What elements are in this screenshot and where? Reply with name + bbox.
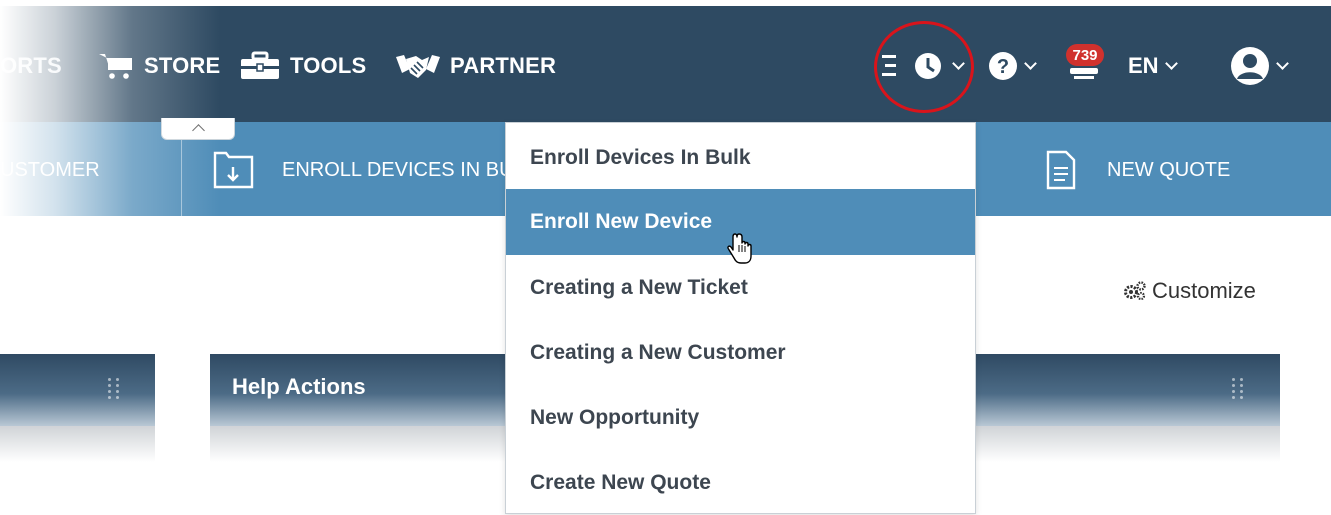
widget-body — [0, 426, 155, 462]
chevron-down-icon — [1276, 57, 1289, 70]
menu-item-label: Enroll Devices In Bulk — [530, 146, 751, 169]
chevron-down-icon — [1024, 57, 1037, 70]
menu-item-label: Enroll New Device — [530, 210, 713, 233]
nav-item-partner[interactable]: PARTNER — [396, 48, 556, 84]
menu-item-create-new-quote[interactable]: Create New Quote — [506, 450, 975, 515]
nav-item-label: TOOLS — [290, 53, 367, 78]
menu-item-creating-new-customer[interactable]: Creating a New Customer — [506, 320, 975, 386]
recent-actions-button[interactable] — [882, 46, 965, 86]
quick-action-new-customer[interactable]: USTOMER — [0, 150, 100, 190]
menu-item-label: New Opportunity — [530, 406, 700, 429]
user-avatar-icon — [1231, 47, 1269, 85]
quick-action-new-quote[interactable]: NEW QUOTE — [1045, 150, 1230, 190]
drag-handle-icon[interactable] — [1232, 378, 1244, 399]
nav-item-label: STORE — [144, 53, 221, 78]
widget-title: Help Actions — [232, 374, 366, 399]
chevron-up-icon — [191, 124, 205, 137]
nav-item-label: ORTS — [0, 53, 62, 78]
recent-actions-dropdown: Enroll Devices In Bulk Enroll New Device… — [505, 122, 976, 514]
quick-action-enroll-bulk[interactable]: ENROLL DEVICES IN BU — [212, 150, 514, 190]
menu-item-new-opportunity[interactable]: New Opportunity — [506, 385, 975, 451]
quick-action-label: USTOMER — [0, 158, 100, 181]
user-menu-button[interactable] — [1230, 46, 1289, 86]
quick-action-label: ENROLL DEVICES IN BU — [282, 158, 514, 181]
language-label: EN — [1128, 53, 1159, 78]
quick-action-label: NEW QUOTE — [1107, 158, 1231, 181]
nav-item-label: PARTNER — [450, 53, 557, 78]
help-icon: ? — [989, 52, 1017, 80]
menu-item-enroll-devices-in-bulk[interactable]: Enroll Devices In Bulk — [506, 125, 975, 191]
history-list-icon — [882, 53, 941, 79]
nav-item-tools[interactable]: TOOLS — [240, 48, 366, 84]
notification-count-badge: 739 — [1066, 44, 1104, 66]
widget-header — [0, 354, 155, 426]
collapse-quickbar-button[interactable] — [161, 118, 235, 140]
document-icon — [1046, 150, 1076, 190]
handshake-icon — [396, 55, 440, 78]
enroll-bulk-icon — [213, 151, 254, 189]
customize-label: Customize — [1152, 278, 1256, 303]
chevron-down-icon — [952, 57, 965, 70]
language-selector[interactable]: EN — [1128, 48, 1178, 84]
menu-item-label: Create New Quote — [530, 471, 711, 494]
help-button[interactable]: ? — [988, 46, 1037, 86]
nav-item-reports[interactable]: ORTS — [0, 48, 62, 84]
svg-text:?: ? — [997, 56, 1009, 78]
chevron-down-icon — [1164, 57, 1178, 70]
gears-icon — [1124, 281, 1146, 301]
menu-item-label: Creating a New Customer — [530, 341, 786, 364]
cart-icon — [99, 54, 132, 79]
toolbox-icon — [241, 51, 279, 79]
nav-item-store[interactable]: STORE — [98, 48, 220, 84]
hand-cursor-icon — [727, 233, 752, 264]
menu-item-label: Creating a New Ticket — [530, 276, 748, 299]
customize-button[interactable]: Customize — [1124, 274, 1256, 308]
drag-handle-icon[interactable] — [108, 378, 120, 399]
